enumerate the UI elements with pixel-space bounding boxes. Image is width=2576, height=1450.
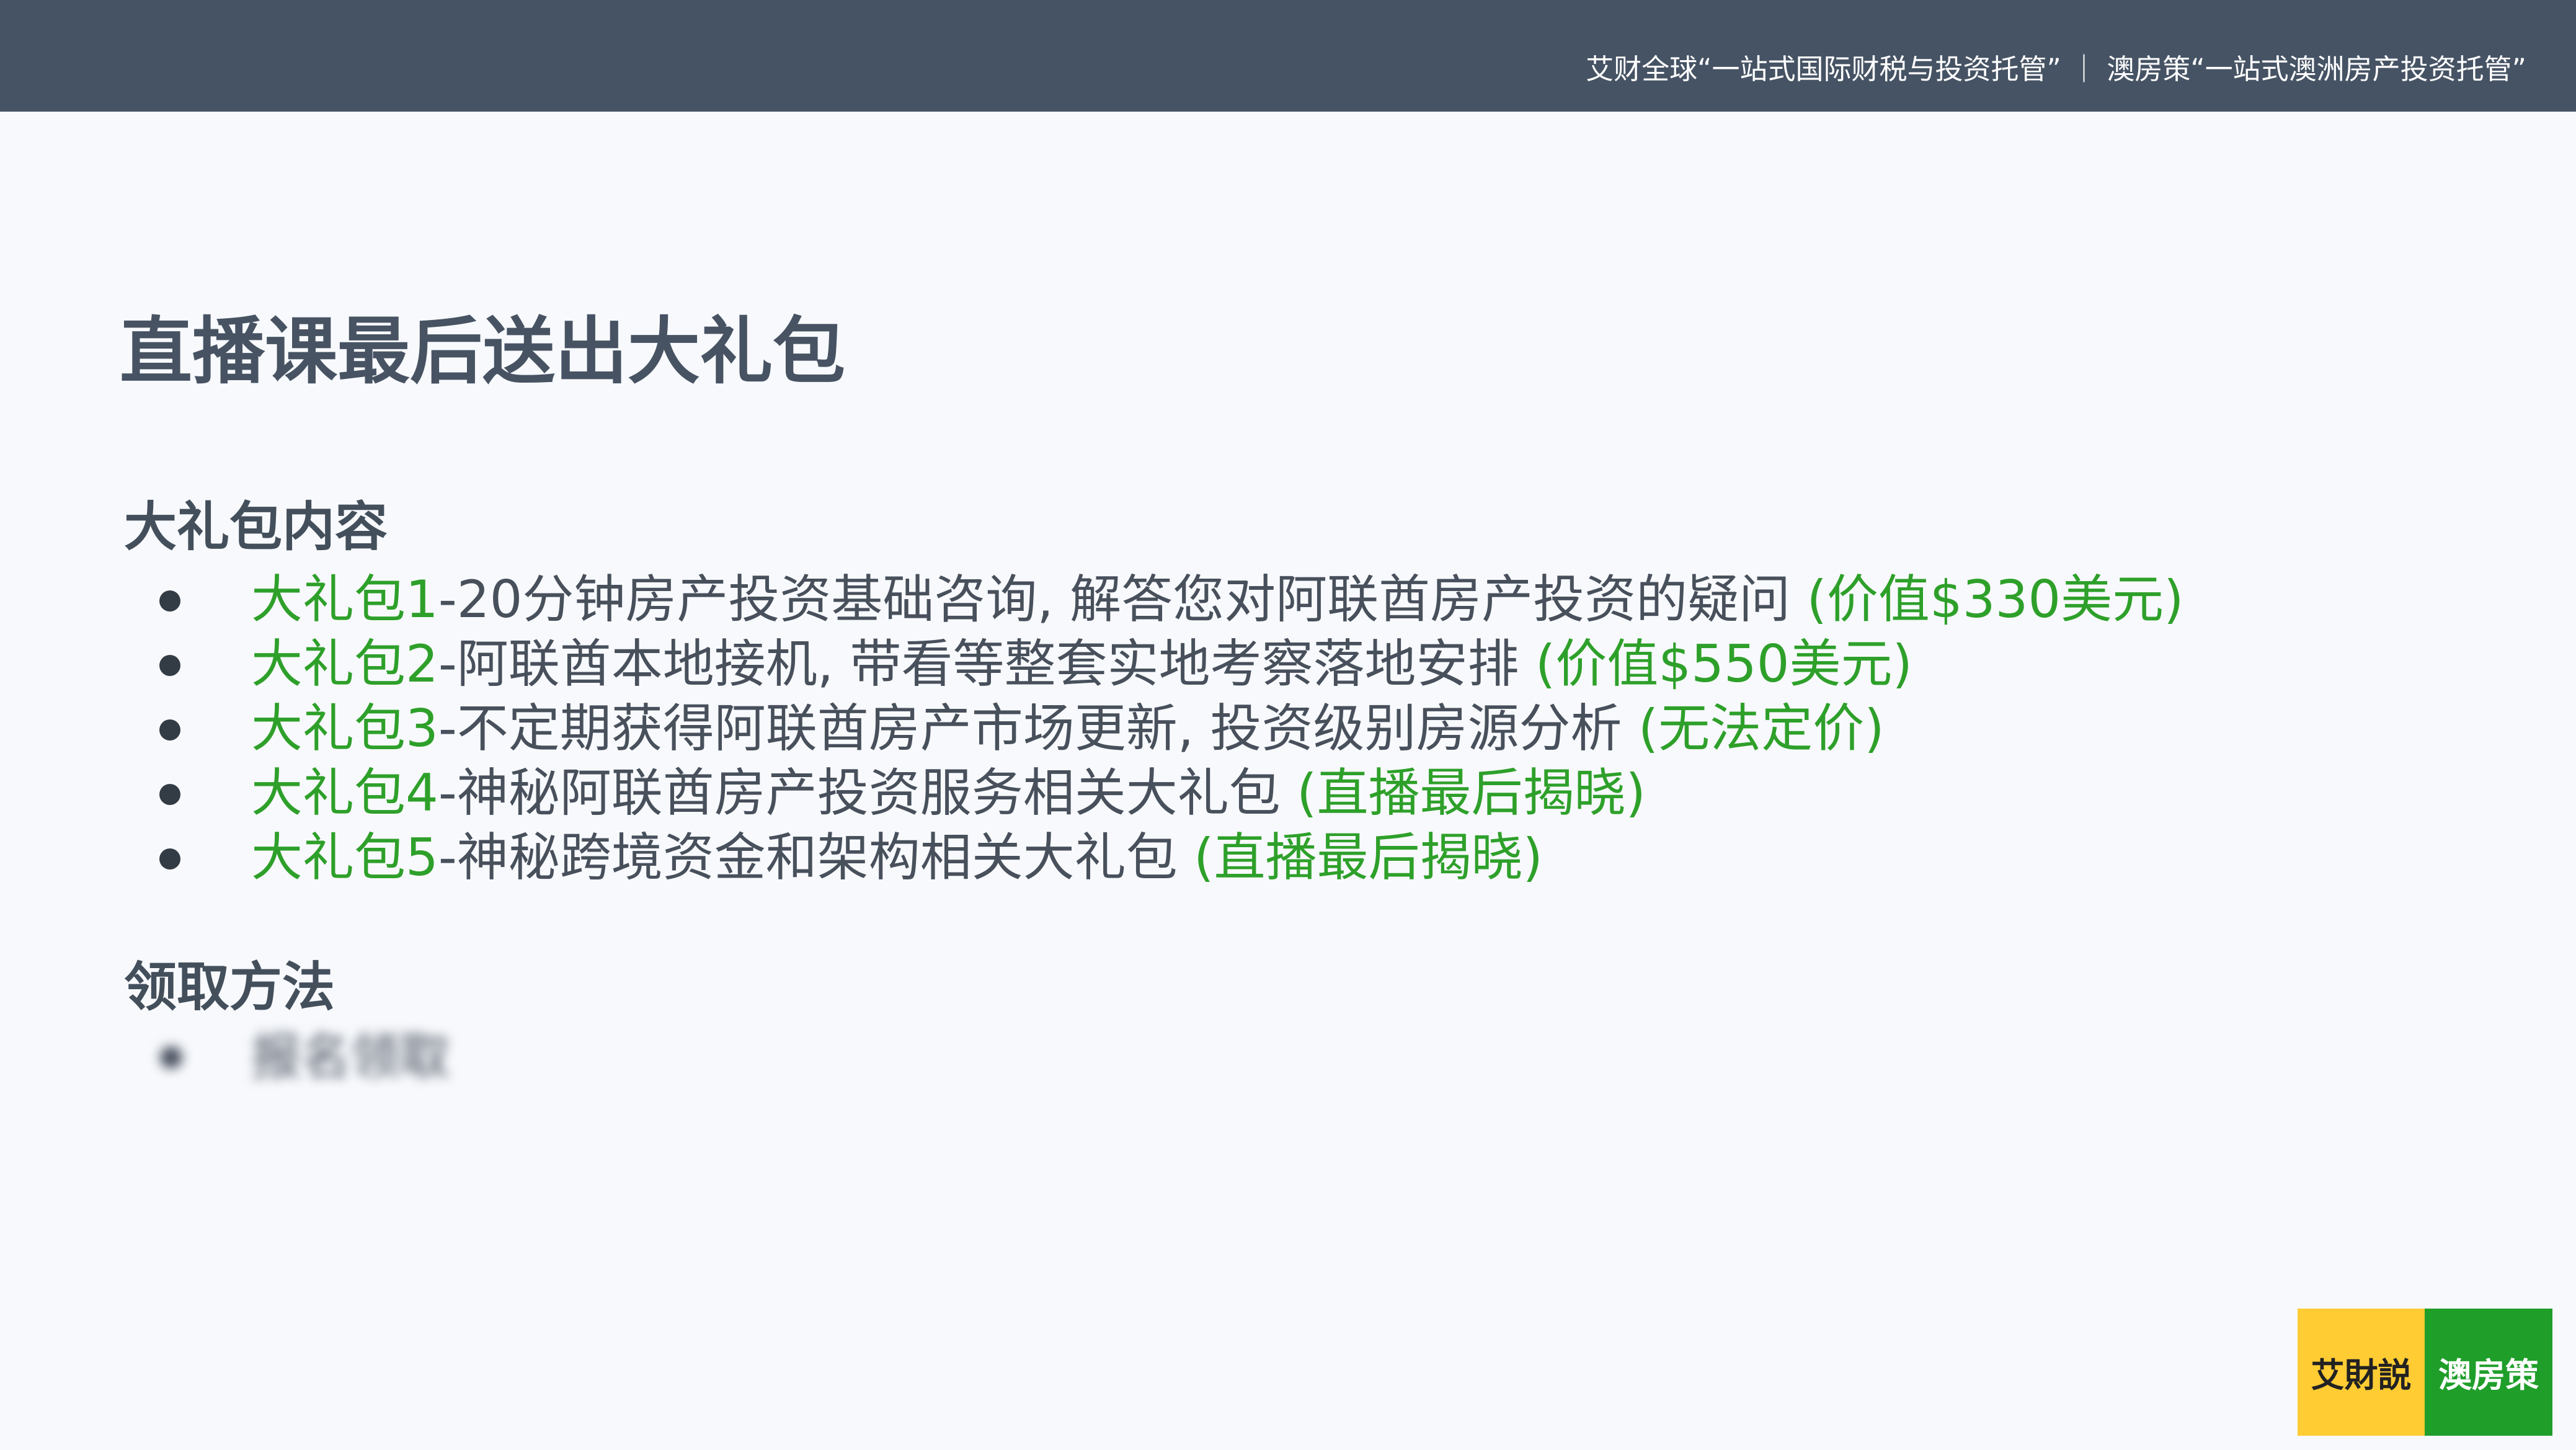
claim-method-heading: 领取方法 (124, 957, 335, 1018)
gift-item-text: 大礼包4-神秘阿联酋房产投资服务相关大礼包 (直播最后揭晓) (251, 761, 1646, 825)
bullet-icon (159, 719, 180, 741)
logo-aofangce: 澳房策 (2425, 1309, 2552, 1436)
gift-description: -20分钟房产投资基础咨询, 解答您对阿联酋房产投资的疑问 (438, 569, 1807, 629)
gift-value: (价值$330美元) (1806, 569, 2184, 629)
gift-value: (价值$550美元) (1535, 634, 1912, 694)
gift-description: -阿联酋本地接机, 带看等整套实地考察落地安排 (438, 634, 1535, 694)
page-title: 直播课最后送出大礼包 (120, 309, 846, 394)
gift-value: (无法定价) (1638, 698, 1885, 758)
gift-name: 大礼包2 (251, 634, 438, 694)
gift-name: 大礼包1 (251, 569, 438, 629)
gift-description: -神秘跨境资金和架构相关大礼包 (438, 827, 1194, 887)
bullet-icon (159, 784, 180, 805)
gift-description: -神秘阿联酋房产投资服务相关大礼包 (438, 763, 1297, 823)
top-header-bar: 艾财全球“一站式国际财税与投资托管” ｜ 澳房策“一站式澳洲房产投资托管” (0, 0, 2576, 112)
gift-item-text: 大礼包1-20分钟房产投资基础咨询, 解答您对阿联酋房产投资的疑问 (价值$33… (251, 567, 2184, 632)
bullet-icon (159, 655, 180, 676)
gift-name: 大礼包3 (251, 698, 438, 758)
bullet-icon (159, 848, 180, 870)
gift-content-heading: 大礼包内容 (124, 497, 388, 558)
brand-logo: 艾財説 澳房策 (2298, 1309, 2552, 1436)
gift-name: 大礼包5 (251, 827, 438, 887)
header-tagline: 艾财全球“一站式国际财税与投资托管” ｜ 澳房策“一站式澳洲房产投资托管” (1586, 53, 2526, 86)
gift-item-text: 大礼包2-阿联酋本地接机, 带看等整套实地考察落地安排 (价值$550美元) (251, 632, 1912, 696)
gift-value: (直播最后揭晓) (1297, 763, 1646, 823)
bullet-icon (160, 1046, 182, 1069)
gift-description: -不定期获得阿联酋房产市场更新, 投资级别房源分析 (438, 698, 1638, 758)
gift-name: 大礼包4 (251, 763, 438, 823)
blurred-claim-text: 报名领取 (251, 1028, 450, 1086)
gift-value: (直播最后揭晓) (1194, 827, 1543, 887)
gift-item-text: 大礼包3-不定期获得阿联酋房产市场更新, 投资级别房源分析 (无法定价) (251, 696, 1885, 761)
gift-item-text: 大礼包5-神秘跨境资金和架构相关大礼包 (直播最后揭晓) (251, 825, 1543, 890)
logo-aicai: 艾財説 (2298, 1309, 2425, 1436)
bullet-icon (159, 590, 180, 612)
